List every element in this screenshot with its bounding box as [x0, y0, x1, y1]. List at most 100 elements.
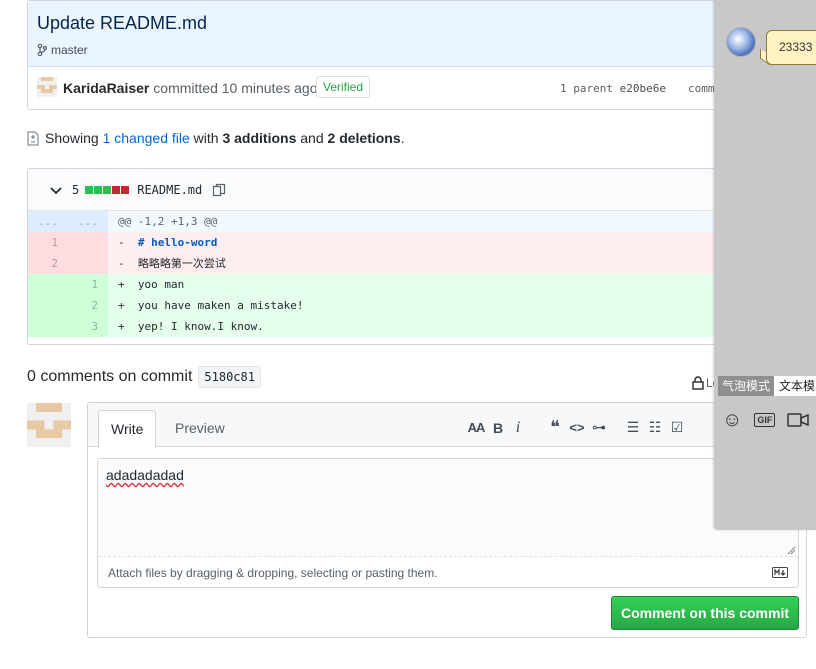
comment-textarea[interactable]: adadadadad	[98, 459, 798, 557]
new-line-number[interactable]	[68, 253, 108, 274]
hunk-header: ... ... @@ -1,2 +1,3 @@	[28, 211, 746, 232]
new-line-number[interactable]: 2	[68, 295, 108, 316]
comment-text: adadadadad	[106, 467, 184, 483]
file-diff: 5 README.md ... ... @@ -1,2 +1,3 @@ 1- #…	[27, 168, 747, 345]
diffstat-block	[112, 185, 121, 194]
parent-label: 1 parent	[560, 82, 613, 95]
author-avatar[interactable]	[37, 77, 57, 97]
diff-sign: -	[118, 257, 125, 270]
branch-icon	[37, 43, 47, 57]
diff-sign: +	[118, 299, 125, 312]
unordered-list-icon[interactable]: ☰	[622, 419, 644, 436]
new-line-number[interactable]: 1	[68, 274, 108, 295]
comment-form: Write Preview AA B i ❝ <> ⊶ ☰ ☷ ☑ adadad…	[87, 402, 807, 638]
emoji-icon[interactable]: ☺	[722, 409, 742, 432]
old-line-number[interactable]	[28, 316, 68, 337]
commit-meta: KaridaRaiser committed 10 minutes ago Ve…	[28, 67, 746, 110]
markdown-icon[interactable]	[772, 567, 788, 578]
summary-end: .	[400, 130, 405, 146]
commit-title-bar: Update README.md master	[28, 1, 746, 67]
diffstat-block	[103, 185, 112, 194]
diffstat-block	[94, 185, 103, 194]
diff-line-added: 2 + you have maken a mistake!	[28, 295, 746, 316]
diff-text: you have maken a mistake!	[137, 299, 304, 312]
diff-text: 略略略第一次尝试	[137, 257, 226, 270]
diff-code: - 略略略第一次尝试	[108, 253, 746, 274]
chat-avatar[interactable]	[726, 27, 756, 57]
hunk-expand-left[interactable]: ...	[28, 211, 68, 232]
commit-action: committed	[153, 80, 218, 96]
diff-line-deleted: 1 - # hello-word	[28, 232, 746, 253]
diff-code: - # hello-word	[108, 232, 746, 253]
additions-count: 3 additions	[222, 130, 297, 146]
lock-icon	[692, 376, 704, 390]
old-line-number[interactable]	[28, 295, 68, 316]
format-toolbar: AA B i ❝ <> ⊶ ☰ ☷ ☑	[466, 417, 688, 438]
commit-time: 10 minutes ago	[221, 80, 318, 96]
quote-icon[interactable]: ❝	[544, 417, 566, 438]
diffstat-block	[121, 185, 130, 194]
diff-text: # hello-word	[137, 236, 218, 249]
diff-text: yep! I know.I know.	[137, 320, 264, 333]
copy-icon[interactable]	[212, 183, 226, 197]
parent-info: 1 parent e20be6e	[560, 82, 666, 95]
submit-comment-button[interactable]: Comment on this commit	[611, 596, 799, 630]
diff-code: + yoo man	[108, 274, 746, 295]
diff-count: 5	[72, 182, 80, 197]
commit-header: Update README.md master KaridaRaiser com…	[27, 0, 747, 110]
deletions-count: 2 deletions	[327, 130, 401, 146]
bold-icon[interactable]: B	[486, 420, 510, 436]
comments-title: 0 comments on commit	[27, 368, 193, 385]
task-list-icon[interactable]: ☑	[666, 419, 688, 436]
diff-sign: +	[118, 278, 125, 291]
code-icon[interactable]: <>	[566, 420, 588, 435]
text-mode-tab[interactable]: 文本模	[774, 376, 816, 396]
changed-files-link[interactable]: 1 changed file	[103, 130, 190, 146]
chat-toolbar: ☺ GIF ✂	[722, 408, 816, 432]
chevron-down-icon[interactable]	[48, 182, 64, 198]
diffstat	[85, 185, 130, 194]
verified-badge[interactable]: Verified	[316, 76, 371, 98]
attach-hint[interactable]: Attach files by dragging & dropping, sel…	[108, 566, 438, 580]
gif-icon[interactable]: GIF	[754, 413, 776, 427]
diffstat-block	[85, 185, 94, 194]
diff-code: + yep! I know.I know.	[108, 316, 746, 337]
commit-author-line: KaridaRaiser committed 10 minutes ago	[63, 80, 317, 96]
diff-line-added: 1 + yoo man	[28, 274, 746, 295]
tab-preview[interactable]: Preview	[163, 410, 237, 447]
branch-name: master	[51, 43, 88, 57]
old-line-number[interactable]: 2	[28, 253, 68, 274]
comments-heading: 0 comments on commit 5180c81	[27, 366, 261, 388]
heading-icon[interactable]: AA	[466, 420, 486, 435]
parent-sha[interactable]: e20be6e	[620, 82, 666, 95]
diff-sign: +	[118, 320, 125, 333]
italic-icon[interactable]: i	[510, 419, 526, 437]
diff-summary: Showing 1 changed file with 3 additions …	[27, 130, 405, 146]
ordered-list-icon[interactable]: ☷	[644, 419, 666, 436]
commit-title: Update README.md	[37, 13, 208, 33]
summary-with: with	[193, 130, 219, 146]
chat-bubble: 23333	[766, 30, 816, 65]
file-name[interactable]: README.md	[137, 183, 202, 197]
summary-prefix: Showing	[45, 130, 99, 146]
old-line-number[interactable]: 1	[28, 232, 68, 253]
author-name[interactable]: KaridaRaiser	[63, 80, 149, 96]
link-icon[interactable]: ⊶	[588, 419, 610, 436]
comment-tabs: Write Preview AA B i ❝ <> ⊶ ☰ ☷ ☑	[88, 403, 806, 448]
summary-and: and	[300, 130, 324, 146]
diff-text: yoo man	[137, 278, 185, 291]
old-line-number[interactable]	[28, 274, 68, 295]
hunk-expand-right[interactable]: ...	[68, 211, 108, 232]
new-line-number[interactable]	[68, 232, 108, 253]
resize-handle-icon[interactable]	[786, 545, 796, 555]
comment-textarea-wrap: adadadadad Attach files by dragging & dr…	[97, 458, 799, 588]
branch-label[interactable]: master	[37, 43, 88, 57]
video-icon[interactable]	[787, 413, 810, 427]
user-avatar[interactable]	[27, 403, 71, 447]
diff-line-deleted: 2 - 略略略第一次尝试	[28, 253, 746, 274]
new-line-number[interactable]: 3	[68, 316, 108, 337]
commit-sha-badge[interactable]: 5180c81	[198, 366, 261, 388]
diff-sign: -	[118, 236, 125, 249]
tab-write[interactable]: Write	[98, 410, 157, 448]
bubble-mode-tab[interactable]: 气泡模式	[718, 376, 775, 396]
